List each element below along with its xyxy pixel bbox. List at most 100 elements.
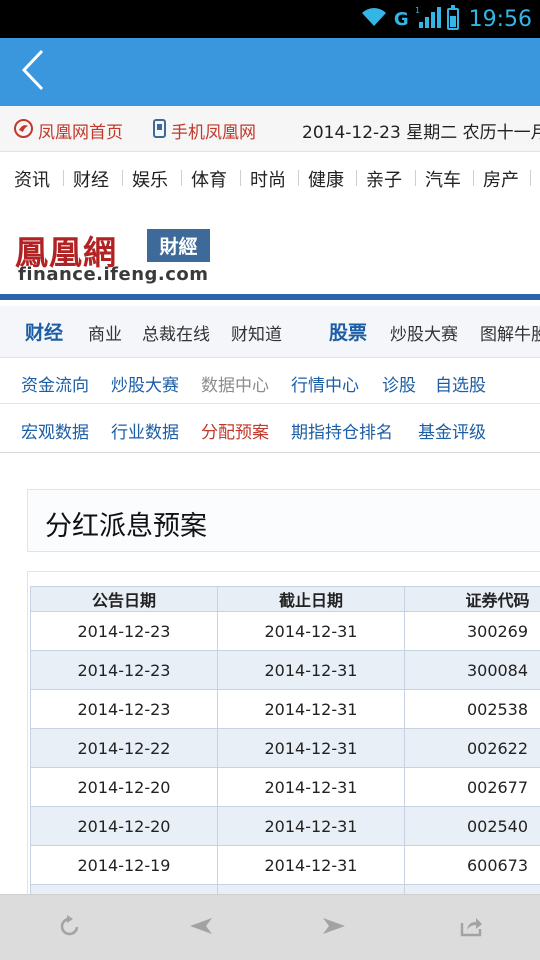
channel-nav: 资讯 财经 娱乐 体育 时尚 健康 亲子 汽车 房产 (0, 152, 540, 204)
subnav-link[interactable]: 诊股 (382, 371, 416, 396)
deadline-cell (217, 884, 405, 894)
battery-icon (446, 5, 459, 30)
table-container: 公告日期 截止日期 证券代码 2014-12-23 2014-12-31 300… (27, 571, 540, 894)
table-row: 2014-12-19 2014-12-31 600673 (30, 845, 540, 885)
table-row: 2014-12-20 2014-12-31 002677 (30, 767, 540, 807)
forward-nav-button[interactable] (314, 908, 354, 948)
signal-icon: 1 (415, 5, 441, 33)
section-link-stocks[interactable]: 股票 (329, 318, 367, 345)
table-row: 2014-12-23 2014-12-31 300269 (30, 611, 540, 651)
divider (415, 170, 416, 186)
forward-arrow-icon (322, 916, 346, 940)
divider (63, 170, 64, 186)
deadline-cell: 2014-12-31 (217, 767, 405, 807)
table-header-row: 公告日期 截止日期 证券代码 (30, 586, 540, 612)
channel-link[interactable]: 娱乐 (132, 166, 168, 192)
stock-code-cell[interactable]: 002538 (404, 689, 540, 729)
stock-code-cell[interactable]: 300269 (404, 611, 540, 651)
status-time: 19:56 (468, 6, 532, 32)
wifi-icon (360, 6, 388, 32)
stock-code-cell[interactable]: 002622 (404, 728, 540, 768)
main-content: 分红派息预案 公告日期 截止日期 证券代码 2014-12-23 2014-12… (0, 453, 540, 894)
table-row: 2014-12-23 2014-12-31 300084 (30, 650, 540, 690)
channel-link[interactable]: 财经 (73, 166, 109, 192)
stock-code-cell[interactable]: 600673 (404, 845, 540, 885)
mobile-link[interactable]: 手机凤凰网 (153, 118, 256, 143)
chevron-left-icon (20, 49, 46, 95)
deadline-cell: 2014-12-31 (217, 689, 405, 729)
subnav-link-active[interactable]: 分配预案 (201, 418, 269, 443)
share-button[interactable] (451, 908, 491, 948)
status-icons: G 1 19:56 (360, 4, 532, 34)
data-center-subnav: 宏观数据 行业数据 分配预案 期指持仓排名 基金评级 (0, 405, 540, 453)
subnav-link[interactable]: 宏观数据 (21, 418, 89, 443)
home-link-label: 凤凰网首页 (38, 123, 123, 143)
announce-date-cell: 2014-12-22 (30, 728, 218, 768)
section-link-finance[interactable]: 财经 (25, 318, 63, 345)
table-row: 2014-12-23 2014-12-31 002538 (30, 689, 540, 729)
ifeng-logo-icon (14, 118, 33, 143)
logo-badge: 財經 (147, 229, 210, 262)
divider (0, 294, 540, 300)
divider (473, 170, 474, 186)
subnav-link-active[interactable]: 数据中心 (201, 371, 269, 396)
announce-date-cell: 2014-12-23 (30, 611, 218, 651)
logo-url: finance.ifeng.com (18, 264, 209, 285)
deadline-cell: 2014-12-31 (217, 806, 405, 846)
subnav-link[interactable]: 自选股 (435, 371, 486, 396)
site-logo[interactable]: 鳳凰網 財經 finance.ifeng.com (0, 204, 540, 294)
svg-text:1: 1 (415, 6, 420, 15)
section-link[interactable]: 炒股大赛 (390, 320, 458, 345)
deadline-cell: 2014-12-31 (217, 611, 405, 651)
channel-link[interactable]: 房产 (483, 166, 519, 192)
subnav-link[interactable]: 基金评级 (418, 418, 486, 443)
stock-code-cell[interactable]: 300084 (404, 650, 540, 690)
announce-date-cell: 2014-12-20 (30, 806, 218, 846)
phone-icon (153, 118, 166, 143)
column-header: 截止日期 (217, 586, 405, 612)
divider (122, 170, 123, 186)
divider (530, 170, 531, 186)
announce-date-cell: 2014-12-23 (30, 689, 218, 729)
back-button[interactable] (10, 48, 56, 96)
back-nav-button[interactable] (181, 908, 221, 948)
stock-code-cell[interactable]: 002677 (404, 767, 540, 807)
channel-link[interactable]: 资讯 (14, 166, 50, 192)
refresh-icon (58, 914, 82, 942)
section-link[interactable]: 商业 (88, 320, 122, 345)
subnav-link[interactable]: 资金流向 (21, 371, 89, 396)
channel-link[interactable]: 汽车 (425, 166, 461, 192)
channel-link[interactable]: 健康 (308, 166, 344, 192)
refresh-button[interactable] (50, 908, 90, 948)
divider (240, 170, 241, 186)
announce-date-cell: 2014-12-20 (30, 767, 218, 807)
subnav-link[interactable]: 期指持仓排名 (291, 418, 393, 443)
home-link[interactable]: 凤凰网首页 (14, 118, 123, 143)
deadline-cell: 2014-12-31 (217, 650, 405, 690)
section-link[interactable]: 财知道 (231, 320, 282, 345)
divider (181, 170, 182, 186)
share-icon (459, 915, 483, 941)
column-header: 证券代码 (404, 586, 540, 612)
dividend-table: 公告日期 截止日期 证券代码 2014-12-23 2014-12-31 300… (30, 586, 540, 894)
screen: G 1 19:56 凤凰网首页 手机凤凰网 2014-12-23 星期二 农历十… (0, 0, 540, 960)
app-bar (0, 38, 540, 106)
announce-date-cell: 2014-12-23 (30, 650, 218, 690)
divider (298, 170, 299, 186)
channel-link[interactable]: 体育 (191, 166, 227, 192)
date-text: 2014-12-23 星期二 农历十一月 (302, 123, 540, 143)
announce-date-cell (30, 884, 218, 894)
stock-code-cell[interactable]: 002540 (404, 806, 540, 846)
stock-code-cell[interactable] (404, 884, 540, 894)
section-header: 分红派息预案 (27, 489, 540, 552)
deadline-cell: 2014-12-31 (217, 845, 405, 885)
channel-link[interactable]: 时尚 (250, 166, 286, 192)
channel-link[interactable]: 亲子 (366, 166, 402, 192)
section-link[interactable]: 图解牛股 (480, 320, 540, 345)
subnav-link[interactable]: 行业数据 (111, 418, 179, 443)
subnav-link[interactable]: 炒股大赛 (111, 371, 179, 396)
table-row: 2014-12-22 2014-12-31 002622 (30, 728, 540, 768)
section-link[interactable]: 总裁在线 (142, 320, 210, 345)
browser-toolbar (0, 894, 540, 960)
subnav-link[interactable]: 行情中心 (291, 371, 359, 396)
